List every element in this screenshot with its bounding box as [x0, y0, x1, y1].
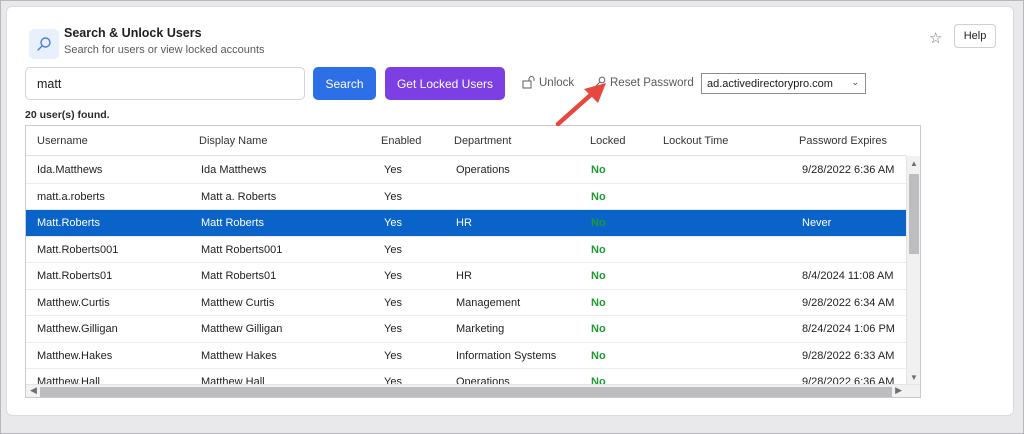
cell-enabled: Yes — [384, 243, 402, 256]
cell-locked: No — [591, 296, 606, 309]
horizontal-scrollbar[interactable]: ◀ ▶ — [26, 384, 920, 397]
cell-username: Matt.Roberts001 — [37, 243, 119, 256]
reset-password-button[interactable]: Reset Password — [593, 76, 694, 89]
cell-enabled: Yes — [384, 217, 402, 229]
cell-department: Information Systems — [456, 349, 557, 362]
cell-enabled: Yes — [384, 164, 402, 176]
cell-enabled: Yes — [384, 323, 402, 335]
cell-display-name: Matt Roberts001 — [201, 243, 283, 256]
scroll-up-icon[interactable]: ▲ — [910, 159, 918, 168]
cell-locked: No — [591, 164, 606, 176]
annotation-arrow-icon — [555, 83, 606, 127]
cell-locked: No — [591, 270, 606, 282]
cell-department: Management — [456, 296, 521, 309]
table-header: Username Display Name Enabled Department… — [26, 126, 906, 156]
cell-locked: No — [591, 243, 606, 256]
cell-password-expires: 9/28/2022 6:33 AM — [802, 349, 895, 362]
cell-display-name: Matthew Curtis — [201, 296, 275, 309]
domain-select-value: ad.activedirectorypro.com — [707, 77, 833, 90]
cell-password-expires: 9/28/2022 6:36 AM — [802, 164, 895, 176]
table-row[interactable]: Ida.Matthews Ida Matthews Yes Operations No 9… — [26, 157, 906, 184]
search-button[interactable]: Search — [313, 67, 376, 100]
cell-username: Matthew.Curtis — [37, 296, 110, 309]
column-header-locked[interactable]: Locked — [590, 126, 625, 156]
search-unlock-panel: Search & Unlock Users Search for users o… — [6, 6, 1014, 416]
cell-password-expires: Never — [802, 217, 832, 229]
cell-enabled: Yes — [384, 296, 402, 309]
column-header-username[interactable]: Username — [37, 126, 88, 156]
table-row[interactable]: Matthew.Gilligan Matthew Gilligan Yes Marke… — [26, 316, 906, 343]
cell-enabled: Yes — [384, 349, 402, 362]
column-header-enabled[interactable]: Enabled — [381, 126, 421, 156]
horizontal-scroll-thumb[interactable] — [40, 387, 892, 397]
cell-department: Marketing — [456, 323, 505, 335]
get-locked-users-button[interactable]: Get Locked Users — [385, 67, 505, 100]
reset-password-label: Reset Password — [610, 76, 694, 89]
cell-department: HR — [456, 270, 472, 282]
chevron-down-icon: ⌄ — [851, 77, 859, 87]
star-icon[interactable]: ☆ — [929, 29, 942, 47]
cell-locked: No — [591, 190, 606, 203]
cell-display-name: Matt Roberts — [201, 217, 264, 229]
cell-display-name: Matt a. Roberts — [201, 190, 277, 203]
cell-display-name: Matthew Hakes — [201, 349, 277, 362]
vertical-scrollbar[interactable]: ▲ ▼ — [906, 156, 920, 384]
cell-display-name: Matt Roberts01 — [201, 270, 277, 282]
cell-username: Matthew.Gilligan — [37, 323, 118, 335]
users-table: Username Display Name Enabled Department… — [25, 125, 921, 398]
table-row[interactable]: Matt.Roberts Matt Roberts Yes HR No Never — [26, 210, 906, 237]
cell-username: Ida.Matthews — [37, 164, 103, 176]
column-header-display-name[interactable]: Display Name — [199, 126, 267, 156]
scroll-down-icon[interactable]: ▼ — [910, 373, 918, 382]
table-row[interactable]: matt.a.roberts Matt a. Roberts Yes No — [26, 183, 906, 210]
cell-password-expires: 8/24/2024 1:06 PM — [802, 323, 895, 335]
column-header-password-expires[interactable]: Password Expires — [799, 126, 887, 156]
cell-locked: No — [591, 349, 606, 362]
cell-display-name: Ida Matthews — [201, 164, 267, 176]
result-count: 20 user(s) found. — [25, 109, 110, 121]
vertical-scroll-thumb[interactable] — [909, 174, 919, 254]
table-row[interactable]: Matthew.Curtis Matthew Curtis Yes Managemen… — [26, 289, 906, 316]
domain-select[interactable]: ad.activedirectorypro.com ⌄ — [701, 73, 866, 94]
cell-department: HR — [456, 217, 472, 229]
table-row[interactable]: Matthew.Hakes Matthew Hakes Yes Information… — [26, 342, 906, 369]
cell-username: matt.a.roberts — [37, 190, 105, 203]
cell-display-name: Matthew Gilligan — [201, 323, 283, 335]
unlock-icon — [522, 76, 535, 89]
cell-password-expires: 8/4/2024 11:08 AM — [802, 270, 894, 282]
page-subtitle: Search for users or view locked accounts — [64, 44, 265, 56]
column-header-lockout-time[interactable]: Lockout Time — [663, 126, 728, 156]
cell-username: Matthew.Hakes — [37, 349, 113, 362]
column-header-department[interactable]: Department — [454, 126, 511, 156]
table-row[interactable]: Matt.Roberts001 Matt Roberts001 Yes No — [26, 236, 906, 263]
cell-enabled: Yes — [384, 190, 402, 203]
search-icon — [29, 29, 59, 59]
search-input[interactable] — [25, 67, 305, 100]
scroll-left-icon[interactable]: ◀ — [30, 385, 37, 396]
cell-username: Matt.Roberts01 — [37, 270, 113, 282]
cell-department: Operations — [456, 164, 510, 176]
page-title: Search & Unlock Users — [64, 26, 202, 40]
help-button[interactable]: Help — [954, 24, 996, 48]
scroll-right-icon[interactable]: ▶ — [895, 385, 902, 396]
cell-password-expires: 9/28/2022 6:34 AM — [802, 296, 895, 309]
cell-enabled: Yes — [384, 270, 402, 282]
cell-locked: No — [591, 217, 606, 229]
cell-username: Matt.Roberts — [37, 217, 100, 229]
table-row[interactable]: Matt.Roberts01 Matt Roberts01 Yes HR No 8/4/2… — [26, 263, 906, 290]
cell-locked: No — [591, 323, 606, 335]
